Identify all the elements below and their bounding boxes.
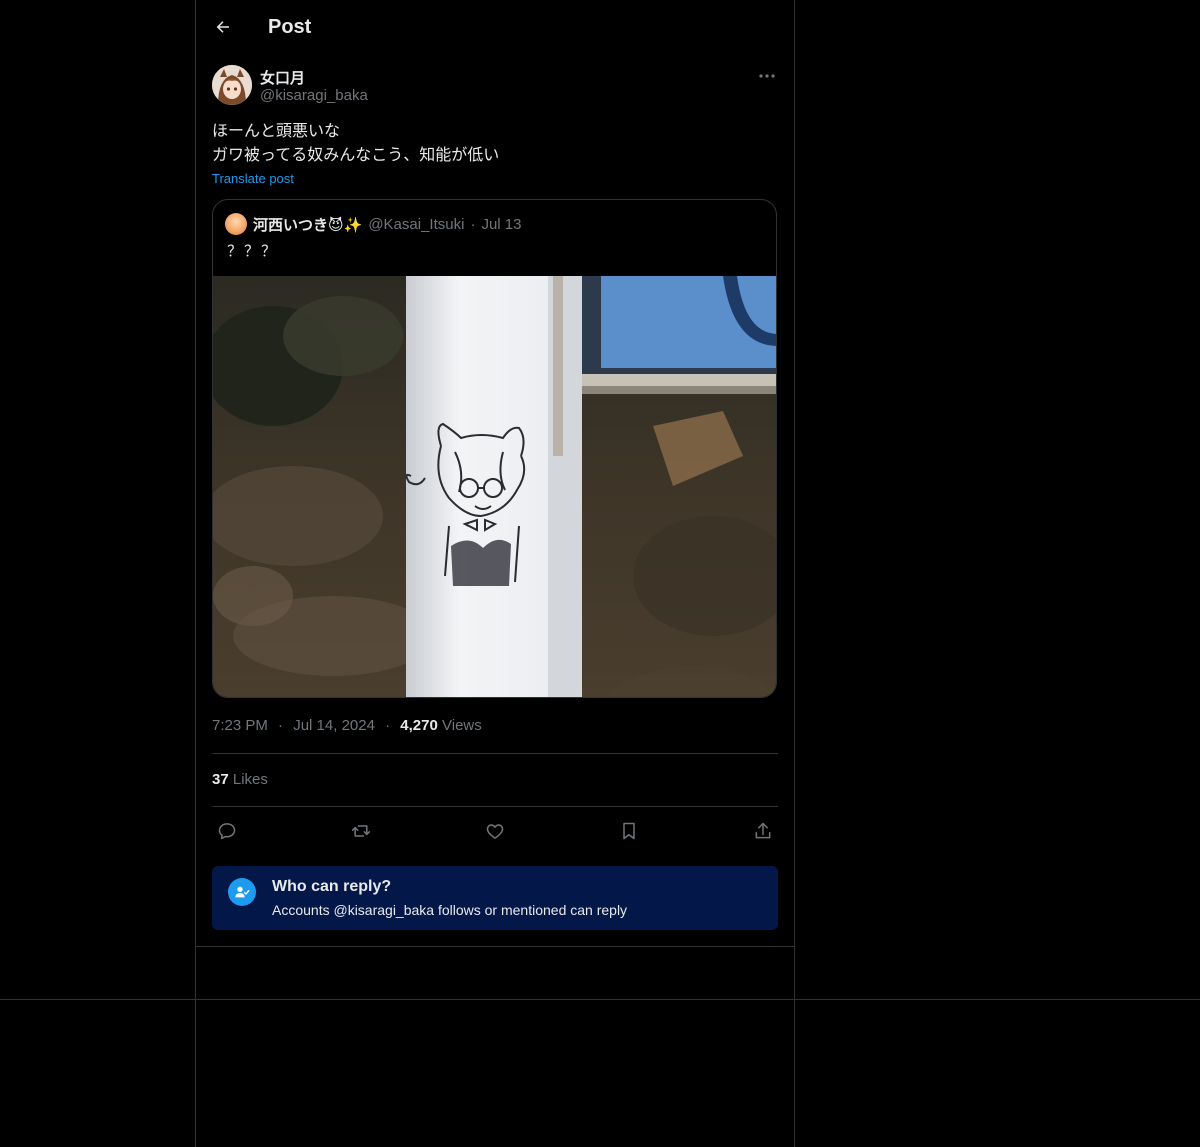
quoted-photo[interactable] [213,276,777,698]
bottom-divider [0,999,1200,1000]
author-handle[interactable]: @kisaragi_baka [260,87,368,104]
mention-user-icon [228,878,256,906]
reply-icon [218,823,236,840]
post-time[interactable]: 7:23 PM [212,717,268,734]
reply-restriction-subtitle: Accounts @kisaragi_baka follows or menti… [272,902,628,918]
reply-restriction-banner: Who can reply? Accounts @kisaragi_baka f… [212,866,778,930]
column-border-right [794,0,795,1147]
views-label: Views [442,717,482,734]
divider [212,753,778,754]
bookmark-button[interactable] [614,816,644,846]
avatar-image [212,65,252,105]
meta-separator: · [385,717,391,734]
share-icon [755,822,771,839]
post-text: ほーんと頭悪いな ガワ被ってる奴みんなこう、知能が低い [212,120,499,168]
avatar[interactable] [212,65,252,105]
divider [212,806,778,807]
page-title: Post [268,15,312,38]
likes-count: 37 [212,771,229,788]
post-bottom-border [196,946,794,947]
quoted-avatar [225,213,247,235]
like-button[interactable] [480,816,510,846]
share-button[interactable] [748,816,778,846]
quoted-date: Jul 13 [481,215,522,233]
more-options-button[interactable] [756,67,778,85]
quoted-post-header: 河西いつき😈✨ @Kasai_Itsuki · Jul 13 [225,212,521,236]
quoted-text: ？？？ [227,243,279,260]
header: Post [196,0,794,54]
likes-stat[interactable]: 37 Likes [212,771,268,788]
post-text-line: ガワ被ってる奴みんなこう、知能が低い [212,147,500,164]
post-column: Post 女口月 @kisaragi_baka ほーんと頭悪いな ガワ被ってる奴… [196,0,794,930]
views-count: 4,270 [400,717,438,734]
like-icon [486,824,504,839]
quoted-author-handle: @Kasai_Itsuki [368,215,465,233]
quoted-author-name: 河西いつき😈✨ [253,216,363,234]
reply-button[interactable] [212,816,242,846]
post-text-line: ほーんと頭悪いな [212,123,341,140]
quoted-post[interactable]: 河西いつき😈✨ @Kasai_Itsuki · Jul 13 ？？？ [212,199,777,698]
likes-label: Likes [232,771,268,788]
reply-restriction-title: Who can reply? [272,878,392,895]
meta-separator: · [278,717,284,734]
post-date[interactable]: Jul 14, 2024 [293,717,375,734]
author-row: 女口月 @kisaragi_baka [212,65,778,107]
column-border-left [195,0,196,1147]
back-button[interactable] [212,16,234,38]
translate-post-link[interactable]: Translate post [212,171,294,186]
page: Post 女口月 @kisaragi_baka ほーんと頭悪いな ガワ被ってる奴… [0,0,1200,1147]
action-bar [212,816,778,846]
bookmark-icon [623,822,635,840]
repost-button[interactable] [346,816,376,846]
quoted-separator: · [470,215,476,233]
arrow-left-icon [216,21,229,33]
author-name[interactable]: 女口月 [260,67,305,88]
more-icon [759,74,775,78]
post-meta: 7:23 PM · Jul 14, 2024 · 4,270 Views [212,717,482,734]
repost-icon [351,825,371,837]
